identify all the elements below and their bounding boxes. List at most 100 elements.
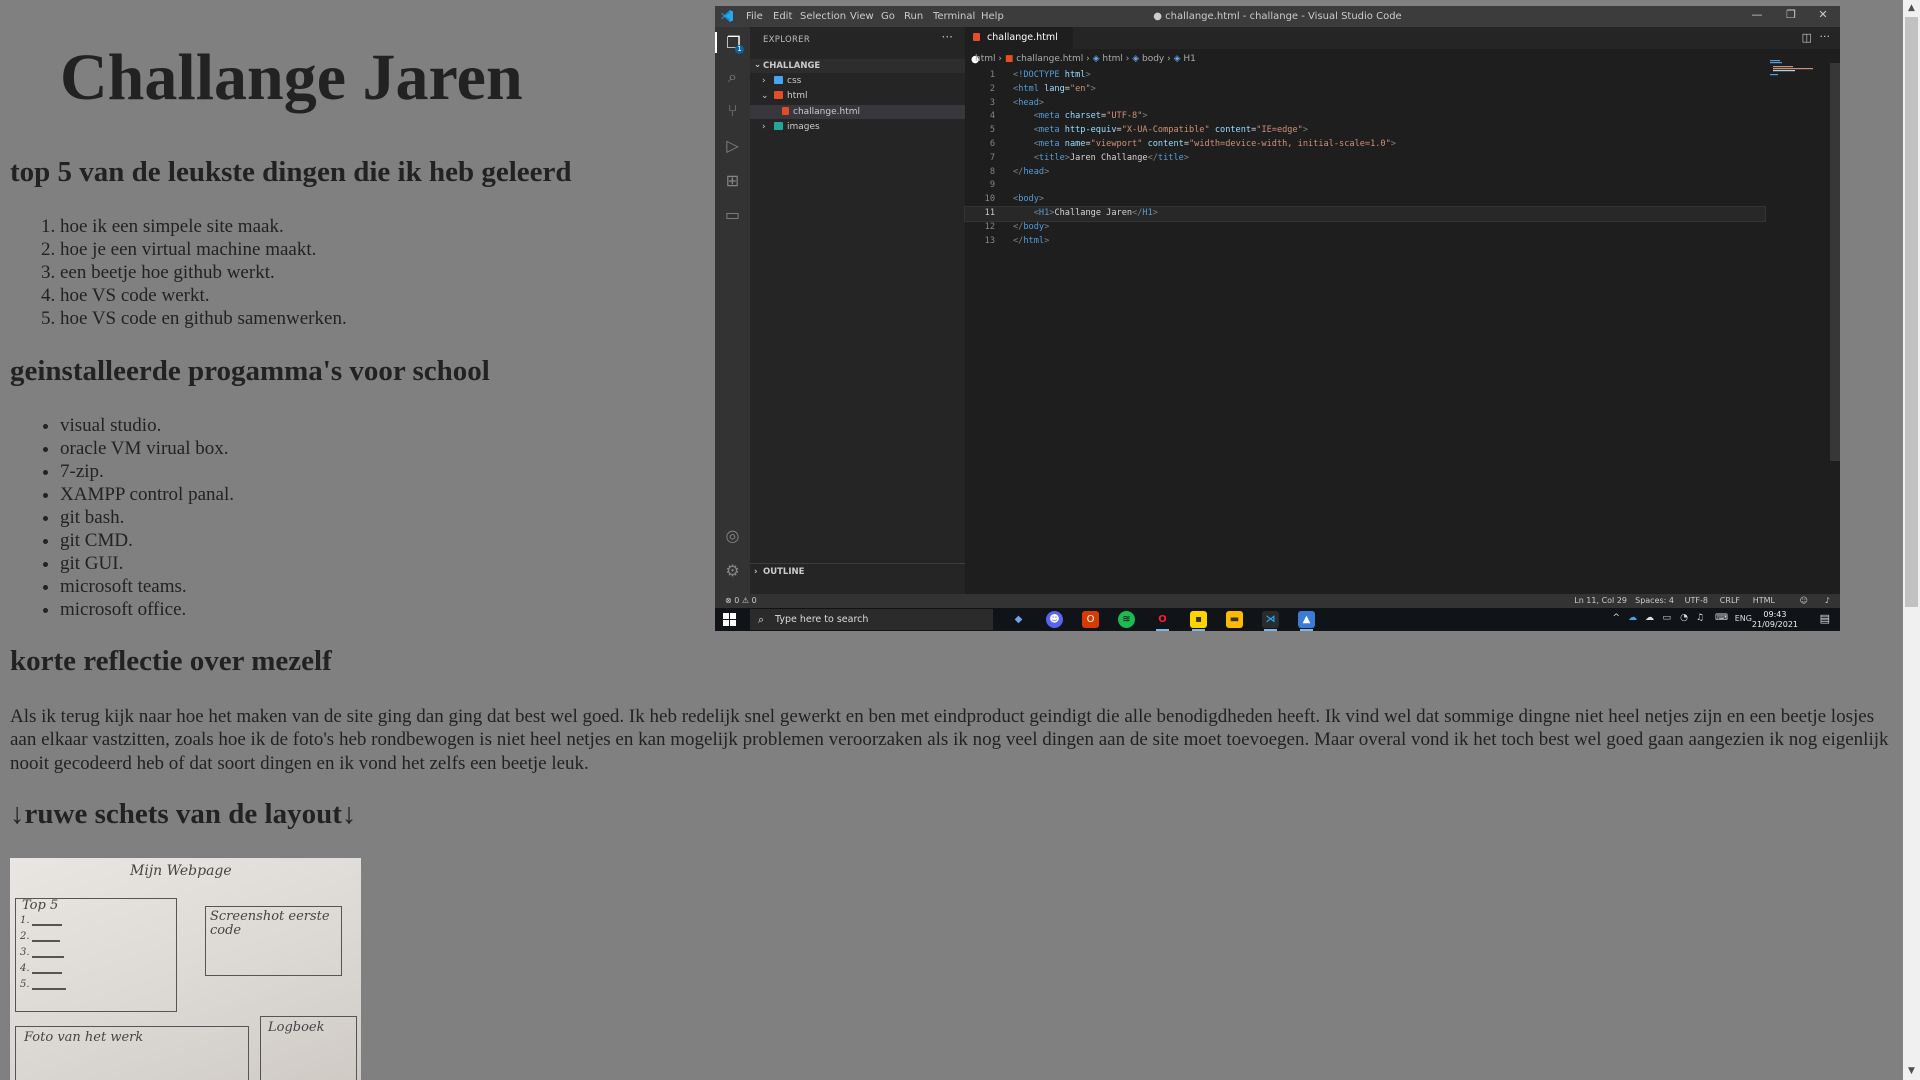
code-line[interactable]: 2 <html lang="en"> [965,83,1765,97]
feedback-icon[interactable]: ☺ [1800,596,1808,605]
menu-terminal[interactable]: Terminal [933,11,975,22]
restore-icon[interactable]: ❐ [1776,8,1806,24]
volume-icon[interactable]: ♫ [1696,613,1704,623]
onedrive-icon[interactable]: ☁ [1628,613,1637,623]
breadcrumb-item[interactable]: H1 [1183,54,1196,64]
code-token: body [1018,194,1039,205]
line-number: 7 [989,152,995,163]
line-ending[interactable]: CRLF [1720,596,1740,605]
taskbar-clock[interactable]: 09:43 21/09/2021 [1752,610,1798,630]
code-line[interactable]: 3 <head> [965,97,1765,111]
code-line[interactable]: 5 <meta http-equiv="X-UA-Compatible" con… [965,124,1765,138]
keyboard-icon[interactable]: ⌨ [1715,613,1728,623]
minimize-icon[interactable]: — [1742,8,1772,24]
menu-selection[interactable]: Selection [800,11,846,22]
source-control-icon[interactable]: ⑂ [722,100,743,121]
code-line[interactable]: 10 <body> [965,193,1765,207]
tree-folder-css[interactable]: › css [750,74,965,88]
account-icon[interactable]: ◎ [722,525,743,546]
bell-icon[interactable]: ♪ [1825,596,1830,605]
photos-icon[interactable]: ▲ [1298,611,1315,631]
opera-icon[interactable]: O [1154,611,1171,631]
problems-count[interactable]: ⊗ 0 ⚠ 0 [725,596,757,605]
discord-icon[interactable]: ☻ [1046,611,1063,628]
sticky-notes-icon[interactable]: ▪ [1190,611,1207,631]
cloud-icon[interactable]: ☁ [1645,613,1654,623]
breadcrumb-item[interactable]: challange.html [1016,54,1083,64]
list-item: 7-zip. [60,460,234,483]
code-line[interactable]: 7 <title>Jaren Challange</title> [965,152,1765,166]
line-number: 10 [984,194,995,205]
battery-icon[interactable]: ▭ [1662,613,1671,623]
code-line[interactable]: 6 <meta name="viewport" content="width=d… [965,138,1765,152]
menu-file[interactable]: File [746,11,763,22]
workspace-folder[interactable]: ⌄ CHALLANGE [750,59,965,73]
more-actions-icon[interactable]: ··· [1820,30,1831,43]
office-icon[interactable]: O [1082,611,1099,628]
minimap[interactable] [1770,59,1832,77]
wifi-icon[interactable]: ◔ [1680,613,1688,623]
breadcrumb-item[interactable]: html [975,54,996,64]
code-line[interactable]: 13 </html> [965,235,1765,249]
split-editor-icon[interactable]: ◫ [1802,31,1812,44]
scroll-thumb[interactable] [1905,17,1918,607]
code-editor[interactable]: challange.html ● ◫ ··· html › ■ challang… [964,27,1840,594]
run-debug-icon[interactable]: ▷ [722,135,743,156]
search-icon[interactable]: ⌕ [722,66,743,87]
file-explorer-icon[interactable]: ▬ [1226,611,1243,628]
menu-go[interactable]: Go [881,11,895,22]
menu-edit[interactable]: Edit [773,11,792,22]
code-line[interactable]: 9 [965,179,1765,193]
tab-challange-html[interactable]: challange.html ● [965,27,1073,65]
menu-help[interactable]: Help [981,11,1004,22]
code-line[interactable]: 1 <!DOCTYPE html> [965,69,1765,83]
gear-icon[interactable]: ⚙ [722,560,743,581]
code-token: head [1018,97,1039,108]
taskbar-search-box[interactable]: ⌕ Type here to search [750,609,993,630]
menu-view[interactable]: View [850,11,874,22]
steam-icon[interactable]: ◆ [1010,611,1027,628]
outline-section[interactable]: › OUTLINE [750,563,965,580]
code-token: charset [1059,111,1101,122]
breadcrumb-item[interactable]: body [1142,54,1164,64]
tree-folder-images[interactable]: › images [750,120,965,134]
input-language[interactable]: ENG [1735,614,1752,623]
menu-run[interactable]: Run [904,11,923,22]
code-token: !DOCTYPE [1018,70,1060,80]
explorer-icon[interactable]: ❐ [715,32,750,53]
language-mode[interactable]: HTML [1753,596,1775,605]
code-line[interactable]: 8 </head> [965,166,1765,180]
sketch-title: Mijn Webpage [130,863,232,879]
page-scrollbar[interactable]: ▲ ▼ [1903,0,1920,1080]
folder-icon[interactable]: ▭ [722,204,743,225]
editor-scrollbar[interactable] [1830,63,1840,461]
scroll-down-arrow-icon[interactable]: ▼ [1903,1063,1920,1080]
extensions-icon[interactable]: ⊞ [722,170,743,191]
indentation[interactable]: Spaces: 4 [1635,596,1674,605]
spotify-icon[interactable]: ≋ [1118,611,1135,628]
more-actions-icon[interactable]: ··· [942,30,953,44]
vscode-taskbar-icon[interactable]: ⋊ [1262,611,1279,631]
code-token: "UTF-8" [1106,111,1143,122]
tree-folder-html[interactable]: ⌄ html [750,89,965,103]
breadcrumb-item[interactable]: html [1102,54,1123,64]
tree-file-challange-html[interactable]: challange.html [750,105,965,119]
sketch-line [32,956,64,958]
code-line[interactable]: 4 <meta charset="UTF-8"> [965,110,1765,124]
code-line[interactable]: 12 </body> [965,221,1765,235]
code-line[interactable]: 11 <H1>Challange Jaren</H1> [964,206,1766,222]
cursor-position[interactable]: Ln 11, Col 29 [1574,596,1627,605]
code-token: > [1044,235,1050,246]
code-token: </ [1013,221,1024,232]
editor-tabbar: challange.html ● ◫ ··· [965,27,1840,65]
scroll-up-arrow-icon[interactable]: ▲ [1903,0,1920,17]
encoding[interactable]: UTF-8 [1685,596,1708,605]
tray-chevron-up-icon[interactable]: ^ [1612,613,1620,623]
list-item: git bash. [60,506,234,529]
element-icon: ◈ [1132,54,1140,64]
code-token: Challange Jaren [1054,208,1133,218]
code-token: > [1152,208,1158,218]
windows-start-icon[interactable] [723,613,736,626]
notifications-icon[interactable]: ▤ [1820,612,1830,625]
close-icon[interactable]: ✕ [1808,8,1838,24]
